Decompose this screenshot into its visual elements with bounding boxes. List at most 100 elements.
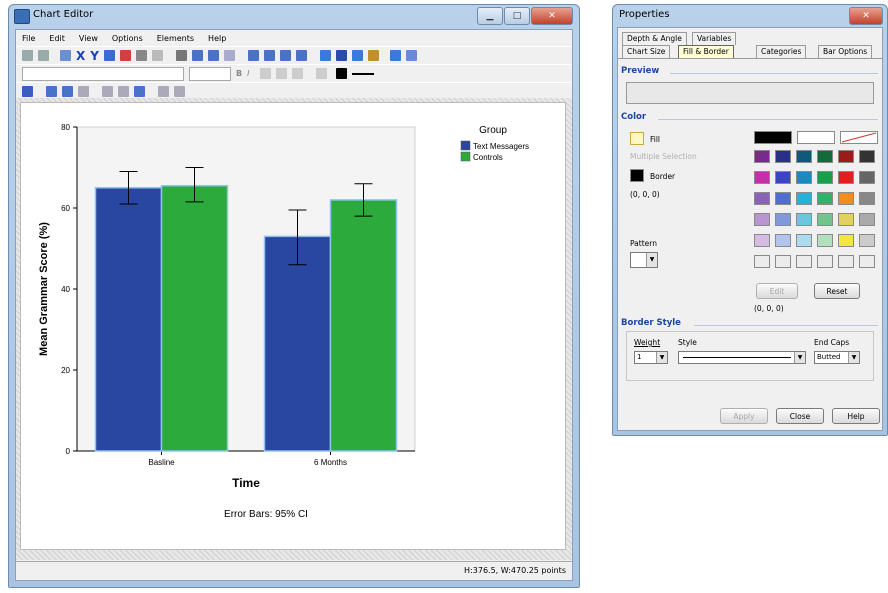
footnote-icon[interactable]	[295, 50, 307, 61]
swatch-white[interactable]	[797, 131, 835, 144]
palette-swatch[interactable]	[775, 192, 791, 205]
palette-swatch[interactable]	[817, 192, 833, 205]
pattern-dropdown[interactable]: ▼	[630, 252, 658, 268]
align-left-icon[interactable]	[260, 68, 272, 79]
properties-close-icon[interactable]: ✕	[849, 7, 883, 25]
palette-swatch[interactable]	[859, 255, 875, 268]
palette-swatch[interactable]	[838, 150, 854, 163]
categories-icon[interactable]	[405, 50, 417, 61]
palette-swatch[interactable]	[859, 192, 875, 205]
chart-area[interactable]: 0 20 40 60 80 Basline 6 Months Time Mean Grammar…	[20, 102, 566, 550]
menu-elements[interactable]: Elements	[157, 34, 194, 43]
chart-type-icon[interactable]	[22, 86, 33, 97]
transpose-icon[interactable]	[135, 50, 147, 61]
minimize-button[interactable]: ▁	[477, 7, 503, 25]
palette-swatch[interactable]	[754, 171, 770, 184]
palette-swatch[interactable]	[775, 213, 791, 226]
menu-help[interactable]: Help	[208, 34, 226, 43]
tab-categories[interactable]: Categories	[756, 45, 807, 58]
redo-icon[interactable]	[38, 50, 49, 61]
menu-view[interactable]: View	[79, 34, 98, 43]
reference-line-icon[interactable]	[191, 50, 203, 61]
interpolation-icon[interactable]	[223, 50, 235, 61]
align-right-icon[interactable]	[292, 68, 304, 79]
menu-edit[interactable]: Edit	[49, 34, 65, 43]
font-size-field[interactable]	[189, 66, 231, 81]
series-icon[interactable]	[389, 50, 401, 61]
title-icon[interactable]	[247, 50, 259, 61]
align-center-icon[interactable]	[276, 68, 288, 79]
menu-file[interactable]: File	[22, 34, 35, 43]
palette-swatch[interactable]	[859, 234, 875, 247]
palette-swatch[interactable]	[838, 171, 854, 184]
palette-swatch[interactable]	[796, 150, 812, 163]
scatter-icon[interactable]	[118, 86, 129, 97]
close-button[interactable]: Close	[776, 408, 824, 424]
apply-button[interactable]: Apply	[720, 408, 768, 424]
annotation-icon[interactable]	[263, 50, 275, 61]
palette-swatch[interactable]	[796, 192, 812, 205]
border-color-swatch[interactable]	[630, 169, 644, 182]
palette-swatch[interactable]	[754, 255, 770, 268]
tab-chart-size[interactable]: Chart Size	[622, 45, 671, 58]
palette-swatch[interactable]	[817, 255, 833, 268]
palette-swatch[interactable]	[838, 255, 854, 268]
palette-swatch[interactable]	[838, 213, 854, 226]
palette-swatch[interactable]	[754, 150, 770, 163]
palette-swatch[interactable]	[817, 150, 833, 163]
tab-bar-options[interactable]: Bar Options	[818, 45, 873, 58]
y-axis-icon[interactable]: Y	[90, 49, 99, 63]
grid-icon[interactable]	[351, 50, 363, 61]
tab-variables[interactable]: Variables	[692, 32, 737, 45]
reset-color-button[interactable]: Reset	[814, 283, 860, 299]
font-name-field[interactable]	[22, 66, 184, 81]
palette-swatch[interactable]	[796, 171, 812, 184]
maximize-button[interactable]: □	[504, 7, 530, 25]
palette-swatch[interactable]	[859, 171, 875, 184]
lasso-icon[interactable]	[151, 50, 163, 61]
pie-icon[interactable]	[174, 86, 185, 97]
fill-color-icon[interactable]	[336, 68, 348, 79]
undo-icon[interactable]	[22, 50, 33, 61]
palette-swatch[interactable]	[754, 213, 770, 226]
legend-icon[interactable]	[319, 50, 331, 61]
bold-button[interactable]: B	[236, 69, 242, 78]
palette-swatch[interactable]	[838, 192, 854, 205]
help-button[interactable]: Help	[832, 408, 880, 424]
error-bar-icon[interactable]	[158, 86, 169, 97]
palette-swatch[interactable]	[796, 213, 812, 226]
line-style-icon[interactable]	[352, 72, 375, 75]
tab-fill-border[interactable]: Fill & Border	[678, 45, 734, 58]
properties-icon[interactable]	[60, 50, 71, 61]
menu-options[interactable]: Options	[112, 34, 143, 43]
palette-swatch[interactable]	[859, 213, 875, 226]
bar-label-icon[interactable]	[175, 50, 187, 61]
palette-swatch[interactable]	[817, 171, 833, 184]
palette-swatch[interactable]	[754, 234, 770, 247]
close-window-button[interactable]: ✕	[531, 7, 573, 25]
fill-icon[interactable]	[630, 132, 644, 145]
text-style-icon[interactable]	[316, 68, 328, 79]
line-chart-icon[interactable]	[102, 86, 113, 97]
line-style-dropdown[interactable]: ▼	[678, 351, 806, 364]
bar-chart-icon[interactable]	[46, 86, 57, 97]
clustered-bar-icon[interactable]	[62, 86, 73, 97]
palette-swatch[interactable]	[817, 213, 833, 226]
weight-dropdown[interactable]: 1 ▼	[634, 351, 668, 364]
italic-button[interactable]: I	[247, 69, 249, 78]
palette-swatch[interactable]	[775, 255, 791, 268]
data-label-icon[interactable]	[335, 50, 347, 61]
swatch-no-color[interactable]	[840, 131, 878, 144]
properties-title-bar[interactable]: Properties ✕	[613, 5, 887, 27]
fit-line-icon[interactable]	[207, 50, 219, 61]
title-bar[interactable]: Chart Editor ▁ □ ✕	[9, 5, 579, 27]
edit-color-button[interactable]: Edit	[756, 283, 798, 299]
palette-swatch[interactable]	[754, 192, 770, 205]
palette-swatch[interactable]	[796, 255, 812, 268]
axes-icon[interactable]	[134, 86, 145, 97]
palette-swatch[interactable]	[859, 150, 875, 163]
palette-swatch[interactable]	[796, 234, 812, 247]
palette-swatch[interactable]	[775, 150, 791, 163]
palette-swatch[interactable]	[838, 234, 854, 247]
textbox-icon[interactable]	[279, 50, 291, 61]
